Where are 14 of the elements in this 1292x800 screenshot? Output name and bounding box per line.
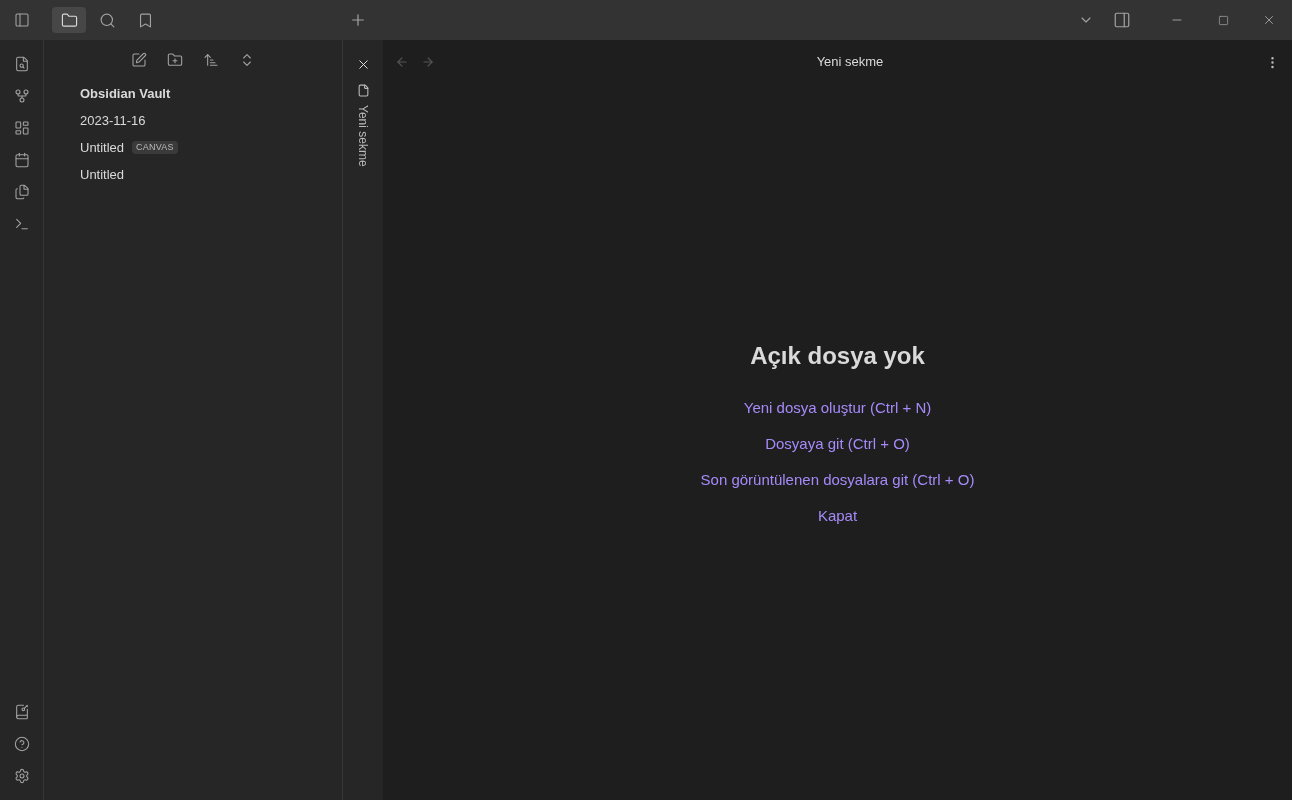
action-link[interactable]: Yeni dosya oluştur (Ctrl + N): [743, 390, 932, 426]
view-title: Yeni sekme: [816, 53, 884, 72]
file-type-tag: CANVAS: [132, 140, 178, 155]
folder-icon[interactable]: [52, 7, 86, 33]
action-link[interactable]: Son görüntülenen dosyalara git (Ctrl + O): [700, 462, 975, 498]
file-item[interactable]: Untitled: [80, 137, 125, 158]
action-link[interactable]: Kapat: [817, 498, 858, 534]
vertical-tab[interactable]: Yeni sekme: [354, 105, 372, 167]
action-link[interactable]: Dosyaya git (Ctrl + O): [765, 426, 910, 462]
file-item[interactable]: Untitled: [80, 164, 125, 185]
file-item[interactable]: 2023-11-16: [80, 110, 146, 131]
vault-name[interactable]: Obsidian Vault: [80, 80, 342, 107]
file-icon: [356, 84, 370, 97]
empty-state-title: Açık dosya yok: [750, 341, 925, 371]
